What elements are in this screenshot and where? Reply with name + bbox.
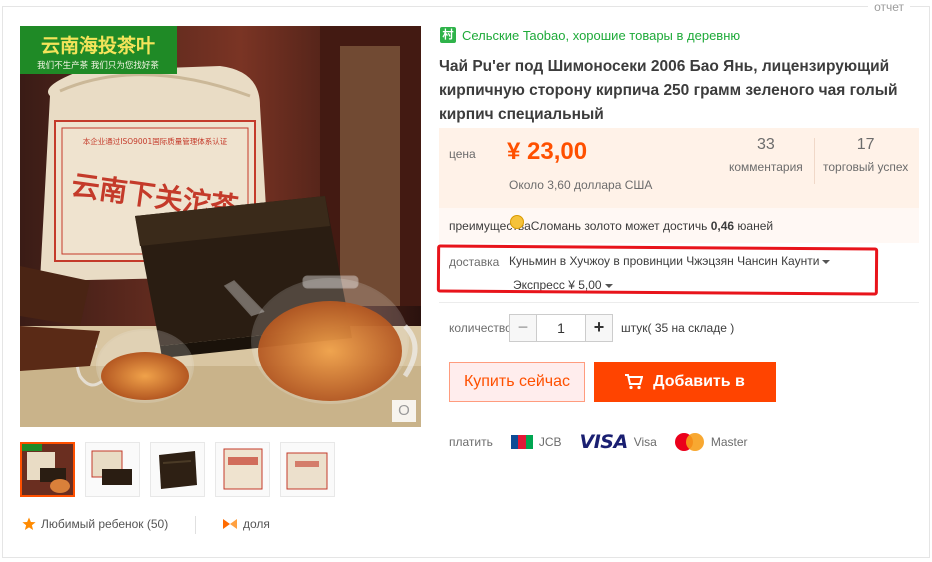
mastercard-icon (674, 433, 705, 451)
visa-icon: VISA (579, 431, 629, 453)
divider (195, 516, 196, 534)
thumbnail-strip (20, 442, 335, 497)
sales-label: торговый успех (823, 160, 909, 174)
perk-panel: преимуществаСломань золото может достичь… (439, 208, 919, 243)
add-to-cart-label: Добавить в (653, 373, 745, 390)
zoom-icon[interactable]: O (392, 400, 416, 422)
sales-stat: 17 торговый успех (823, 136, 908, 174)
jcb-icon (510, 435, 533, 449)
visa-label: Visa (633, 435, 657, 449)
price-usd-approx: Около 3,60 доллара США (509, 178, 653, 192)
comments-count: 33 (756, 136, 775, 153)
banner-subtitle: 我们不生产茶 我们只为您找好茶 (37, 60, 159, 71)
comments-stat[interactable]: 33 комментария (729, 136, 803, 174)
share-button[interactable]: доля (222, 517, 270, 531)
perk-text: преимуществаСломань золото может достичь… (449, 219, 773, 233)
cart-icon (625, 374, 644, 390)
report-link[interactable]: отчет (868, 0, 910, 14)
star-icon (22, 517, 36, 530)
quantity-input[interactable]: 1 (537, 314, 585, 342)
banner-title: 云南海投茶叶 (41, 34, 155, 57)
thumbnail-5[interactable] (280, 442, 335, 497)
price-label: цена (449, 147, 476, 161)
quantity-label: количество (449, 321, 512, 335)
favorite-label: Любимый ребенок (50) (41, 517, 169, 531)
payment-methods: платить JCB VISA Visa Master (449, 431, 748, 453)
stock-info: штук( 35 на складе ) (621, 321, 735, 335)
package-top-text: 本企业通过ISO9001国际质量管理体系认证 (83, 136, 228, 146)
perk-suffix: юаней (734, 219, 774, 233)
perk-description: Сломань золото может достичь (530, 219, 711, 233)
share-label: доля (243, 517, 270, 531)
buy-now-button[interactable]: Купить сейчас (449, 362, 585, 402)
increase-button[interactable]: + (585, 314, 613, 342)
sales-count: 17 (856, 136, 875, 153)
price-value: ¥ 23,00 (507, 138, 588, 165)
thumbnail-2[interactable] (85, 442, 140, 497)
thumbnail-1[interactable] (20, 442, 75, 497)
share-icon (223, 519, 237, 529)
perk-amount: 0,46 (710, 219, 735, 233)
tea-product-photo: 本企业通过ISO9001国际质量管理体系认证 云南下关沱茶 云南海投茶叶 我们不… (20, 26, 421, 427)
shop-label: Сельские Taobao, хорошие товары в деревн… (462, 27, 741, 43)
stat-divider (814, 138, 815, 184)
rural-taobao-icon: 村 (440, 27, 456, 43)
payment-label: платить (449, 435, 493, 449)
shop-link[interactable]: 村 Сельские Taobao, хорошие товары в дере… (440, 27, 740, 43)
mastercard-label: Master (710, 435, 748, 449)
thumbnail-4[interactable] (215, 442, 270, 497)
decrease-button[interactable]: − (509, 314, 537, 342)
gold-coin-icon (510, 215, 524, 229)
price-panel: цена ¥ 23,00 Около 3,60 доллара США 33 к… (439, 128, 919, 208)
thumbnail-3[interactable] (150, 442, 205, 497)
add-to-cart-button[interactable]: Добавить в (594, 362, 776, 402)
quantity-stepper: − 1 + (509, 314, 613, 342)
jcb-label: JCB (538, 435, 562, 449)
main-product-image[interactable]: 本企业通过ISO9001国际质量管理体系认证 云南下关沱茶 云南海投茶叶 我们不… (20, 26, 421, 427)
comments-label: комментария (729, 160, 803, 174)
product-title: Чай Pu'er под Шимоносеки 2006 Бао Янь, л… (439, 58, 898, 123)
favorite-button[interactable]: Любимый ребенок (50) (22, 517, 168, 531)
highlight-box (436, 244, 879, 296)
divider (439, 302, 919, 303)
